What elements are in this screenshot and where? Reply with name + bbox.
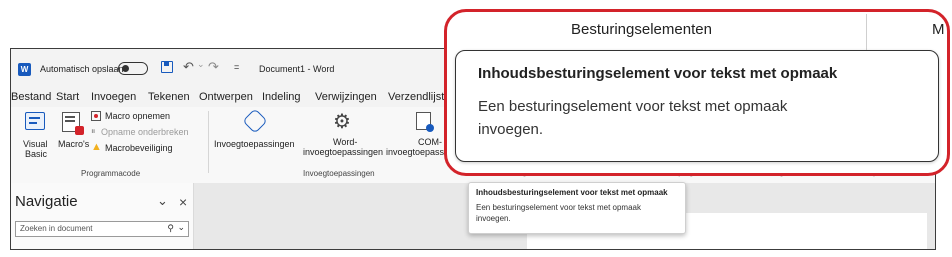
com-addins-label-1: COM- bbox=[418, 137, 442, 147]
visual-basic-label-1: Visual bbox=[23, 139, 48, 149]
addins-label: Invoegtoepassingen bbox=[214, 139, 295, 149]
search-placeholder: Zoeken in document bbox=[20, 224, 93, 233]
customize-qat-icon[interactable]: = bbox=[234, 62, 239, 72]
search-dropdown-icon[interactable]: ⌄ bbox=[177, 222, 185, 233]
zoom-next-label: M bbox=[932, 21, 945, 38]
tab-start[interactable]: Start bbox=[56, 91, 79, 103]
tooltip-line-1: Een besturingselement voor tekst met opm… bbox=[476, 203, 641, 212]
navigation-title: Navigatie bbox=[15, 193, 78, 210]
tab-bestand[interactable]: Bestand bbox=[11, 91, 51, 103]
tab-ontwerpen[interactable]: Ontwerpen bbox=[199, 91, 253, 103]
tab-indeling[interactable]: Indeling bbox=[262, 91, 301, 103]
tab-verwijzingen[interactable]: Verwijzingen bbox=[315, 91, 377, 103]
group-label-invoegtoepassingen: Invoegtoepassingen bbox=[303, 169, 375, 178]
addins-button[interactable]: Invoegtoepassingen bbox=[214, 108, 298, 159]
gear-icon: ⚙ bbox=[333, 111, 351, 133]
control-tooltip: Inhoudsbesturingselement voor tekst met … bbox=[468, 182, 686, 234]
word-addins-button[interactable]: ⚙ Word- invoegtoepassingen bbox=[303, 109, 387, 159]
navigation-pane: Navigatie ⌄ × Zoeken in document ⚲ ⌄ bbox=[11, 183, 194, 249]
word-addins-label-2: invoegtoepassingen bbox=[303, 147, 384, 157]
visual-basic-button[interactable]: Visual Basic bbox=[19, 109, 53, 159]
macro-pause-label: Opname onderbreken bbox=[101, 127, 189, 137]
document-title: Document1 - Word bbox=[259, 64, 335, 74]
tab-invoegen[interactable]: Invoegen bbox=[91, 91, 136, 103]
addins-icon bbox=[242, 108, 268, 134]
tab-tekenen[interactable]: Tekenen bbox=[148, 91, 190, 103]
search-input[interactable]: Zoeken in document ⚲ ⌄ bbox=[15, 221, 189, 237]
redo-icon[interactable]: ↷ bbox=[208, 59, 219, 75]
undo-dropdown-icon[interactable]: ⌄ bbox=[197, 59, 205, 70]
visual-basic-label-2: Basic bbox=[25, 149, 48, 159]
close-icon[interactable]: × bbox=[179, 194, 187, 210]
zoom-tooltip-line-1: Een besturingselement voor tekst met opm… bbox=[478, 98, 788, 115]
macros-label: Macro's bbox=[58, 139, 90, 149]
macro-pause-button: ⏸ Opname onderbreken bbox=[91, 126, 206, 140]
tooltip-title: Inhoudsbesturingselement voor tekst met … bbox=[476, 188, 668, 197]
com-addins-icon bbox=[416, 112, 434, 132]
record-icon bbox=[91, 111, 101, 121]
chevron-down-icon[interactable]: ⌄ bbox=[157, 193, 168, 209]
toggle-knob bbox=[122, 65, 129, 72]
undo-icon[interactable]: ↶ bbox=[183, 59, 194, 75]
zoom-group-label: Besturingselementen bbox=[571, 21, 712, 38]
save-icon[interactable] bbox=[161, 61, 173, 73]
zoom-tooltip-line-2: invoegen. bbox=[478, 121, 544, 138]
search-icon[interactable]: ⚲ bbox=[167, 223, 174, 234]
group-separator bbox=[208, 111, 209, 173]
tooltip-line-2: invoegen. bbox=[476, 214, 511, 223]
visual-basic-icon bbox=[25, 112, 45, 130]
macro-security-label: Macrobeveiliging bbox=[105, 143, 173, 153]
word-app-icon: W bbox=[18, 63, 31, 76]
macro-record-label: Macro opnemen bbox=[105, 111, 171, 121]
macros-icon bbox=[62, 112, 84, 135]
zoom-tooltip-title: Inhoudsbesturingselement voor tekst met … bbox=[478, 65, 838, 82]
macro-security-button[interactable]: ▲ Macrobeveiliging bbox=[91, 141, 201, 156]
zoom-divider bbox=[866, 14, 867, 50]
pause-icon: ⏸ bbox=[91, 126, 96, 136]
autosave-label: Automatisch opslaan bbox=[40, 64, 124, 74]
macros-button[interactable]: Macro's bbox=[56, 109, 90, 159]
word-addins-label-1: Word- bbox=[333, 137, 358, 147]
group-label-programmacode: Programmacode bbox=[81, 169, 141, 178]
warning-icon: ▲ bbox=[91, 141, 102, 153]
macro-record-button[interactable]: Macro opnemen bbox=[91, 111, 201, 124]
zoom-tooltip: Inhoudsbesturingselement voor tekst met … bbox=[455, 50, 939, 162]
autosave-toggle[interactable] bbox=[118, 62, 148, 75]
